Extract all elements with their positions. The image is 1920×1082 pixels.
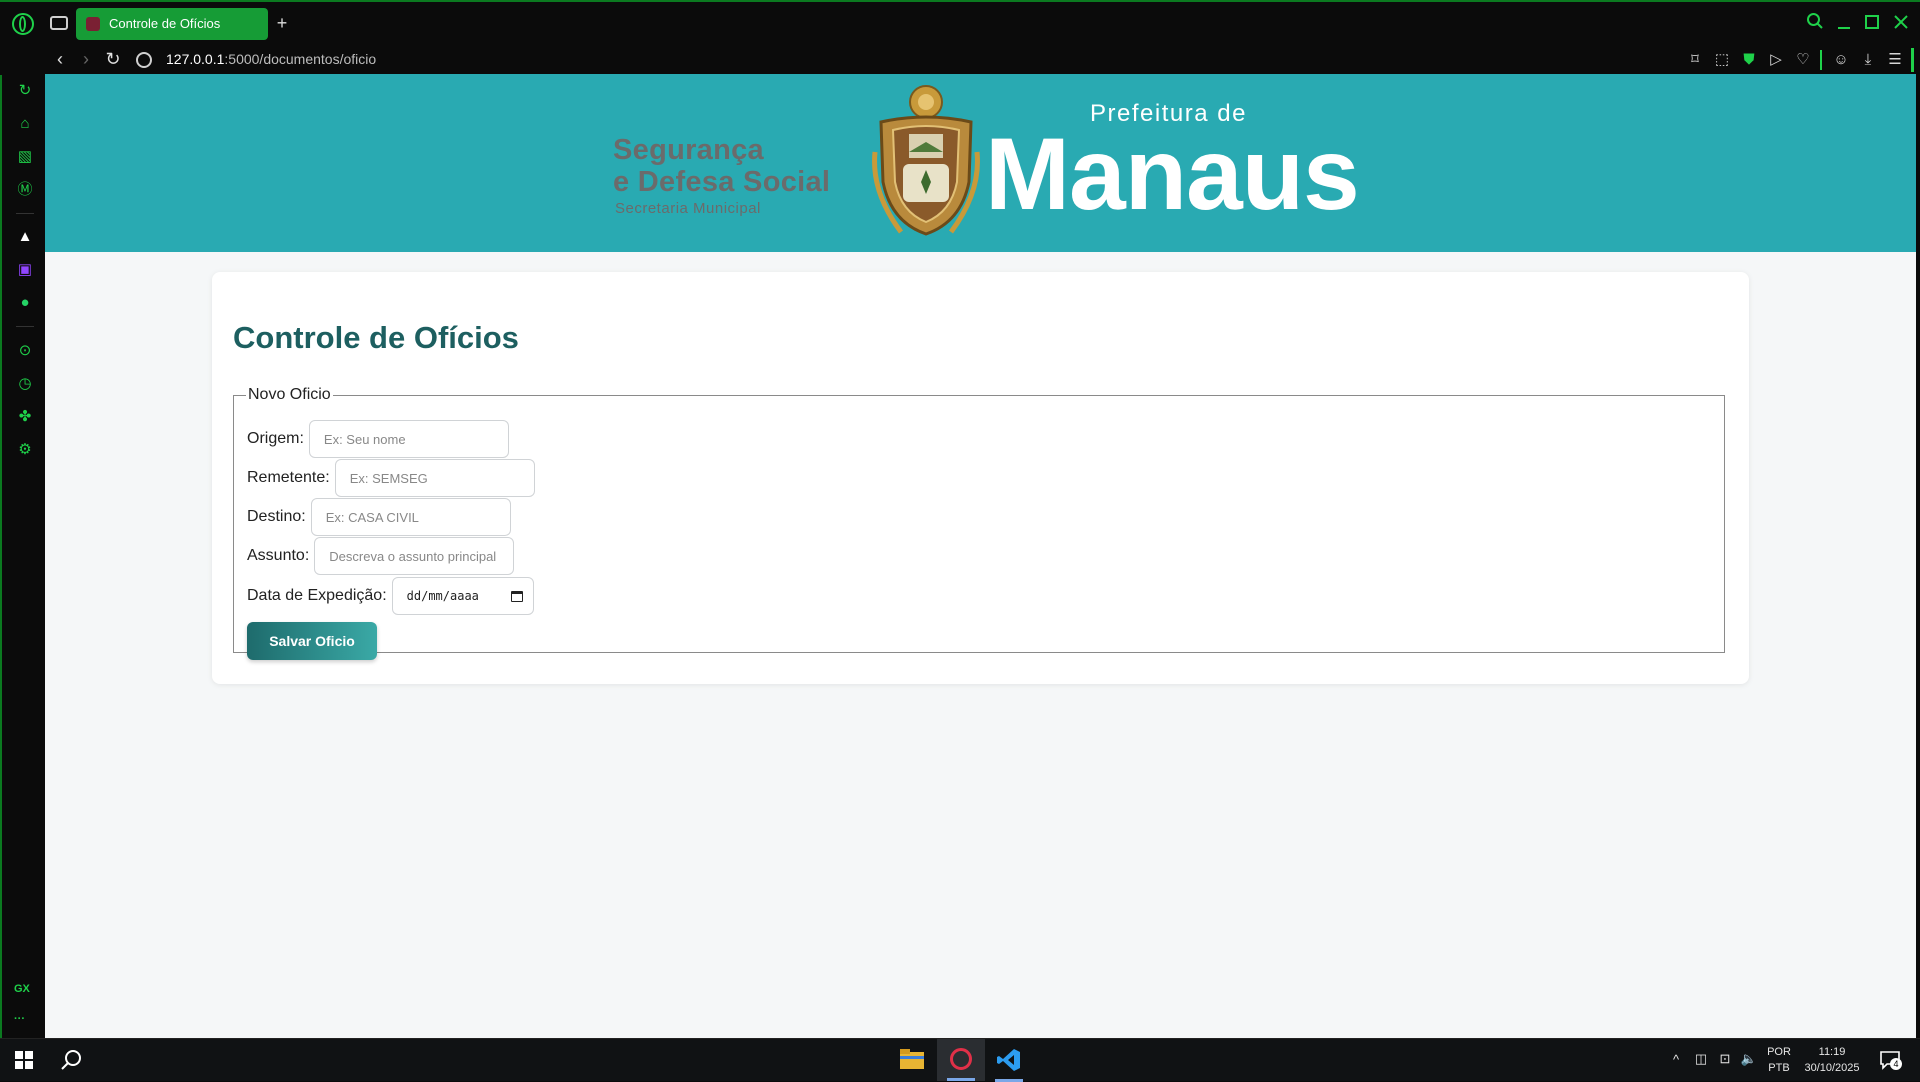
tab-title: Controle de Ofícios — [109, 16, 221, 31]
minimize-icon[interactable] — [1832, 12, 1856, 36]
assunto-input[interactable] — [314, 537, 515, 575]
download-icon[interactable]: ⤓ — [1858, 50, 1878, 70]
data-expedicao-label: Data de Expedição: — [247, 587, 387, 604]
assunto-label: Assunto: — [247, 547, 310, 564]
tab-favicon-icon — [86, 17, 100, 31]
remetente-input[interactable] — [334, 459, 535, 497]
history-icon[interactable]: ◷ — [15, 374, 35, 394]
manaus-coat-of-arms-icon — [872, 85, 980, 236]
page-viewport: Segurança e Defesa Social Secretaria Mun… — [45, 74, 1916, 1038]
page-title: Controle de Ofícios — [233, 320, 519, 355]
gx-label[interactable]: GX — [14, 983, 30, 995]
data-row: Data de Expedição: dd/mm/aaaa — [247, 577, 534, 615]
app-icon[interactable]: ▲ — [15, 227, 35, 247]
header-banner: Segurança e Defesa Social Secretaria Mun… — [45, 74, 1916, 252]
snapshot-icon[interactable]: ⬚ — [1712, 50, 1732, 70]
forward-icon[interactable]: › — [74, 47, 98, 71]
destino-input[interactable] — [310, 498, 511, 536]
tab-overview-icon[interactable] — [50, 16, 68, 30]
mods-icon[interactable]: Ⓜ — [15, 180, 35, 200]
novo-oficio-fieldset: Novo Oficio Origem: Remetente: Destino: … — [233, 386, 1725, 660]
browser-titlebar: Controle de Ofícios + — [0, 0, 1920, 45]
site-info-icon[interactable] — [136, 52, 152, 68]
origem-input[interactable] — [308, 420, 509, 458]
news-icon[interactable]: ▧ — [15, 147, 35, 167]
address-bar: ‹ › ↻ 127.0.0.1:5000/documentos/oficio ⌑… — [0, 45, 1920, 75]
remetente-label: Remetente: — [247, 469, 330, 486]
origem-row: Origem: — [247, 420, 509, 458]
semseg-logo-text: Segurança e Defesa Social — [613, 134, 831, 198]
file-explorer-icon[interactable] — [898, 1049, 926, 1071]
input-language[interactable]: POR PTB — [1762, 1044, 1796, 1076]
tray-expand-icon[interactable]: ^ — [1668, 1052, 1684, 1068]
main-card: Controle de Ofícios Novo Oficio Origem: … — [212, 272, 1749, 684]
salvar-oficio-button[interactable]: Salvar Oficio — [247, 622, 377, 660]
heart-icon[interactable]: ♡ — [1793, 50, 1813, 70]
easy-setup-icon[interactable]: ☰ — [1885, 50, 1905, 70]
network-icon[interactable]: ⊡ — [1716, 1051, 1734, 1069]
toolbar-divider — [1820, 50, 1822, 70]
semseg-logo-subtitle: Secretaria Municipal — [615, 200, 761, 217]
notifications-icon[interactable]: 4 — [1878, 1049, 1902, 1071]
data-expedicao-input[interactable]: dd/mm/aaaa — [391, 577, 534, 615]
search-taskbar-icon[interactable] — [60, 1049, 84, 1071]
toolbar-edge — [1911, 48, 1914, 72]
pin-icon[interactable]: ⌑ — [1685, 50, 1705, 70]
assunto-row: Assunto: — [247, 537, 515, 575]
whatsapp-icon[interactable]: ● — [15, 293, 35, 313]
player-sidebar-icon[interactable]: ⊙ — [15, 341, 35, 361]
settings-gear-icon[interactable]: ⚙ — [15, 440, 35, 460]
reload-icon[interactable]: ↻ — [101, 47, 125, 71]
manaus-logo-text: Manaus — [985, 117, 1360, 231]
opera-taskbar-button[interactable] — [937, 1039, 985, 1081]
adblock-shield-icon[interactable]: ⛊ — [1739, 50, 1759, 70]
notification-count: 4 — [1890, 1058, 1902, 1070]
url-field[interactable]: 127.0.0.1:5000/documentos/oficio — [166, 51, 376, 67]
meet-icon[interactable]: ◫ — [1692, 1051, 1710, 1069]
sidebar-more-icon[interactable]: ··· — [14, 1013, 25, 1025]
search-icon[interactable] — [1803, 12, 1827, 36]
destino-label: Destino: — [247, 508, 306, 525]
volume-muted-icon[interactable]: 🔈 — [1740, 1051, 1758, 1069]
windows-start-icon[interactable] — [12, 1051, 36, 1069]
opera-menu-icon[interactable] — [12, 13, 34, 35]
sidebar-divider — [16, 326, 34, 327]
twitch-icon[interactable]: ▣ — [15, 260, 35, 280]
player-icon[interactable]: ▷ — [1766, 50, 1786, 70]
origem-label: Origem: — [247, 430, 304, 447]
new-tab-button[interactable]: + — [272, 13, 292, 33]
destino-row: Destino: — [247, 498, 511, 536]
gx-control-icon[interactable]: ↻ — [15, 81, 35, 101]
remetente-row: Remetente: — [247, 459, 535, 497]
calendar-icon[interactable] — [510, 590, 523, 602]
extensions-icon[interactable]: ✤ — [15, 407, 35, 427]
windows-taskbar: ^ ◫ ⊡ 🔈 POR PTB 11:19 30/10/2025 4 — [0, 1038, 1920, 1082]
clock[interactable]: 11:19 30/10/2025 — [1800, 1044, 1864, 1076]
opera-gx-taskbar-icon — [950, 1048, 972, 1070]
tab-controle-oficios[interactable]: Controle de Ofícios — [76, 8, 268, 40]
fieldset-legend: Novo Oficio — [248, 386, 331, 403]
close-icon[interactable] — [1889, 12, 1913, 36]
maximize-icon[interactable] — [1860, 12, 1884, 36]
gx-corner-icon[interactable]: ⌂ — [15, 114, 35, 134]
date-placeholder: dd/mm/aaaa — [406, 589, 479, 603]
back-icon[interactable]: ‹ — [48, 47, 72, 71]
profile-icon[interactable]: ☺ — [1831, 50, 1851, 70]
browser-sidebar: ↻ ⌂ ▧ Ⓜ ▲ ▣ ● ⊙ ◷ ✤ ⚙ GX ··· — [0, 75, 45, 1038]
vscode-icon[interactable] — [995, 1048, 1023, 1082]
sidebar-divider — [16, 213, 34, 214]
